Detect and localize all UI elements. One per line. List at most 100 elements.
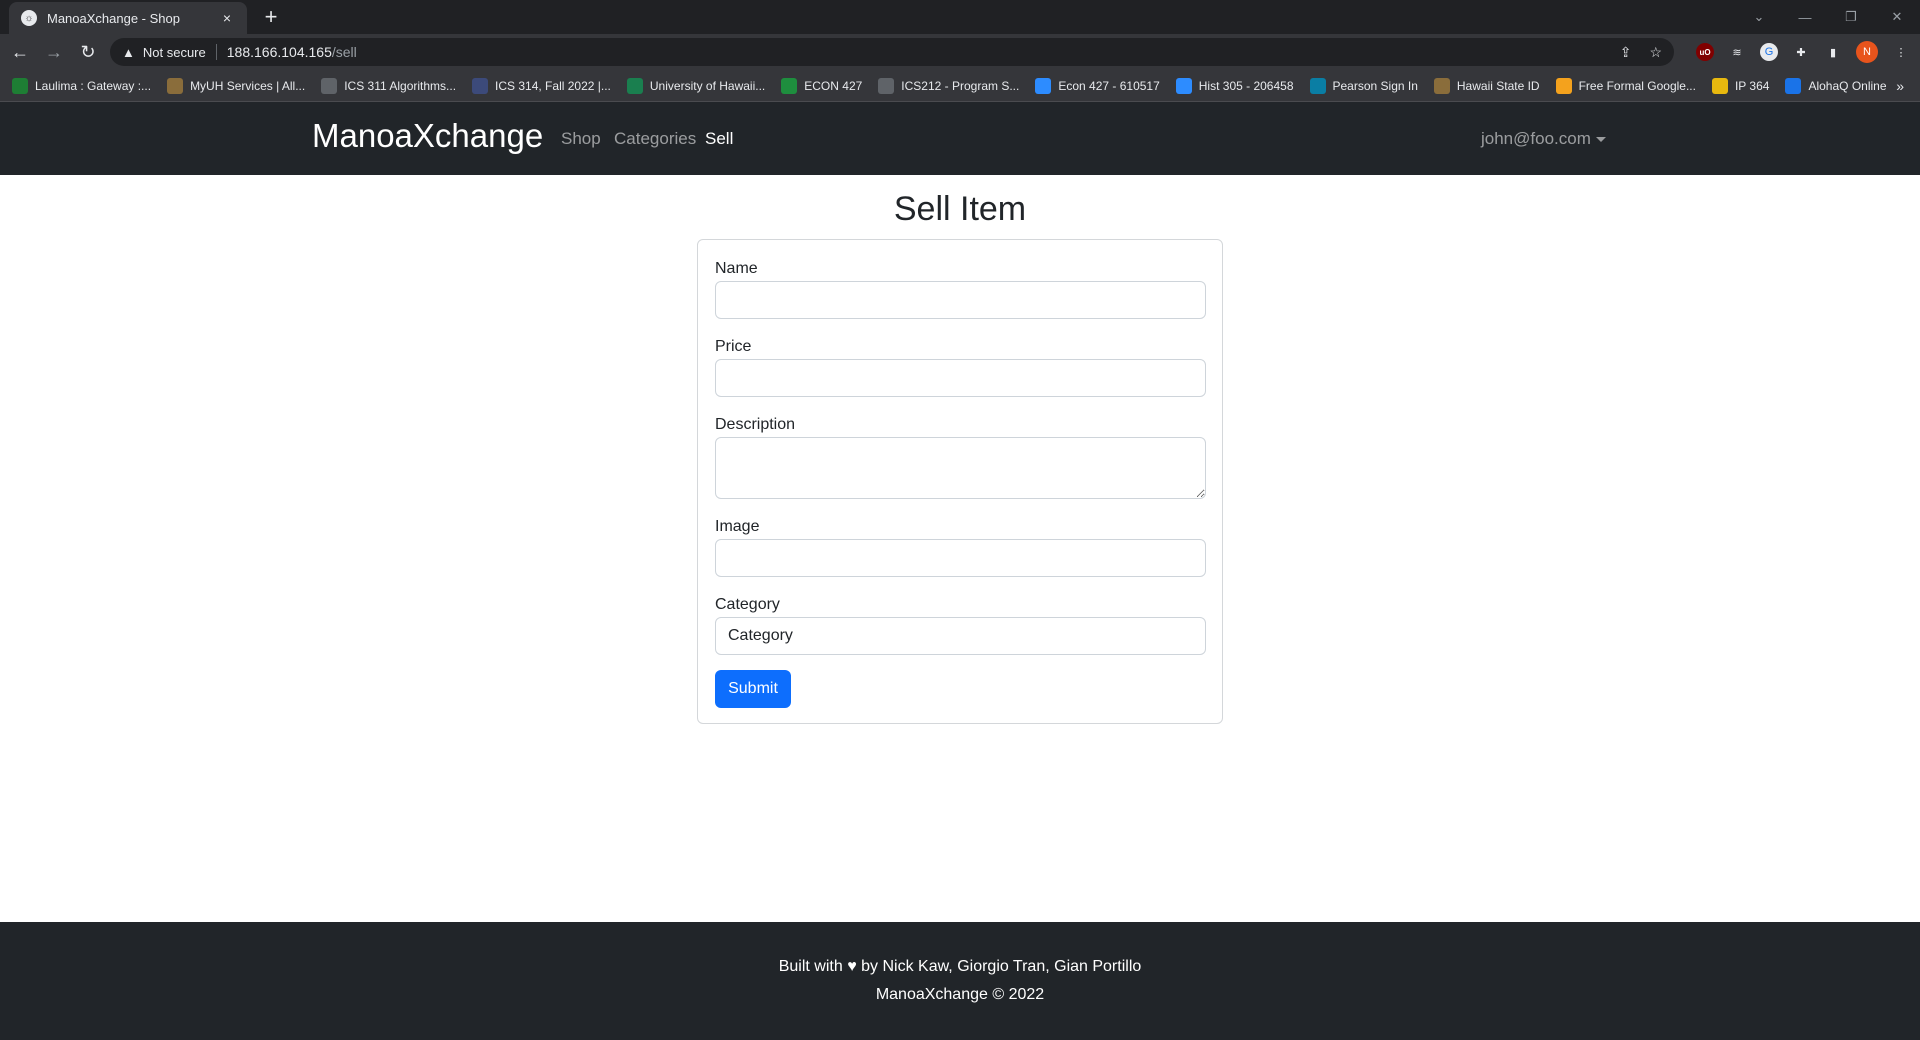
- share-icon[interactable]: ⇪: [1620, 44, 1632, 61]
- user-email[interactable]: john@foo.com: [1481, 129, 1591, 148]
- bookmark-label: ICS 314, Fall 2022 |...: [495, 78, 611, 93]
- bookmark-label: Free Formal Google...: [1578, 78, 1696, 93]
- built-with-text: Built with: [778, 958, 843, 975]
- bookmark-item[interactable]: Hist 305 - 206458: [1175, 77, 1294, 94]
- page-icon: [472, 77, 489, 94]
- back-arrow-icon[interactable]: ←: [6, 38, 34, 66]
- bookmark-item[interactable]: MyUH Services | All...: [167, 77, 305, 94]
- laulima-icon: [12, 77, 28, 94]
- address-bar[interactable]: ▲ Not secure 188.166.104.165/sell ⇪ ☆: [110, 38, 1674, 66]
- classroom-icon: [781, 77, 798, 94]
- globe-icon: [878, 77, 895, 94]
- omnibox-actions: ⇪ ☆: [1620, 44, 1662, 61]
- user-dropdown[interactable]: john@foo.com: [1481, 129, 1606, 149]
- profile-avatar[interactable]: N: [1856, 41, 1878, 63]
- translate-icon[interactable]: G: [1760, 43, 1778, 61]
- tab-search-icon[interactable]: ⌄: [1736, 9, 1782, 25]
- bookmark-label: Hawaii State ID: [1456, 78, 1540, 93]
- bookmark-label: Pearson Sign In: [1332, 78, 1418, 93]
- footer-copyright: ManoaXchange © 2022: [875, 986, 1045, 1003]
- reload-icon[interactable]: ↻: [74, 38, 102, 66]
- puzzle-icon[interactable]: ✚: [1792, 43, 1810, 61]
- name-input[interactable]: [715, 281, 1206, 319]
- page-title: Sell Item: [893, 190, 1027, 228]
- extensions-area: uO ≋ G ✚ ▮ N ⋮: [1696, 38, 1910, 66]
- forward-arrow-icon[interactable]: →: [40, 38, 68, 66]
- submit-button[interactable]: Submit: [715, 670, 791, 708]
- nav-link-categories[interactable]: Categories: [614, 129, 696, 149]
- name-label: Name: [715, 260, 758, 277]
- description-label: Description: [715, 416, 796, 433]
- nav-link-sell[interactable]: Sell: [705, 129, 733, 149]
- pearson-icon: [1309, 77, 1326, 94]
- bookmark-label: ICS 311 Algorithms...: [344, 78, 457, 93]
- bookmark-star-icon[interactable]: ☆: [1649, 44, 1662, 61]
- bookmark-label: Econ 427 - 610517: [1058, 78, 1160, 93]
- uh-seal-icon: [626, 77, 643, 94]
- close-window-icon[interactable]: ✕: [1874, 9, 1920, 25]
- site-footer: Built with ♥ by Nick Kaw, Giorgio Tran, …: [0, 922, 1920, 1040]
- browser-toolbar: ← → ↻ ▲ Not secure 188.166.104.165/sell …: [0, 34, 1920, 70]
- nav-link-shop[interactable]: Shop: [561, 129, 601, 149]
- bookmark-item[interactable]: Laulima : Gateway :...: [12, 77, 152, 94]
- bookmark-item[interactable]: Free Formal Google...: [1555, 77, 1696, 94]
- uh-icon: [167, 77, 184, 94]
- category-select[interactable]: Category: [715, 617, 1206, 655]
- price-label: Price: [715, 338, 752, 355]
- more-bookmarks-icon[interactable]: »: [1896, 78, 1904, 94]
- tab-favicon-icon: ☼: [21, 10, 37, 26]
- description-textarea[interactable]: [715, 437, 1206, 499]
- url-host[interactable]: 188.166.104.165: [227, 44, 332, 60]
- category-selected-value: Category: [728, 627, 793, 644]
- search-icon: [1785, 77, 1802, 94]
- bookmark-label: AlohaQ Online: [1808, 78, 1887, 93]
- extension-icon[interactable]: ≋: [1728, 43, 1746, 61]
- footer-authors: by Nick Kaw, Giorgio Tran, Gian Portillo: [861, 958, 1142, 975]
- brand-logo[interactable]: ManoaXchange: [312, 117, 543, 155]
- zoom-icon: [1035, 77, 1052, 94]
- bookmark-item[interactable]: University of Hawaii...: [626, 77, 766, 94]
- image-label: Image: [715, 518, 760, 535]
- image-input[interactable]: [715, 539, 1206, 577]
- bookmark-item[interactable]: ICS 314, Fall 2022 |...: [472, 77, 611, 94]
- bookmark-label: IP 364: [1734, 78, 1770, 93]
- browser-tabstrip: ☼ ManoaXchange - Shop × + ⌄ — ❐ ✕: [0, 0, 1920, 34]
- new-tab-button[interactable]: +: [258, 4, 284, 30]
- bookmark-icon: [1555, 77, 1572, 94]
- bookmark-item[interactable]: AlohaQ Online: [1785, 77, 1887, 94]
- bookmark-item[interactable]: IP 364: [1711, 77, 1770, 94]
- category-label: Category: [715, 596, 780, 613]
- omnibox-divider: [215, 44, 217, 60]
- ublock-icon[interactable]: uO: [1696, 43, 1714, 61]
- sell-item-form: Name Price Description Image Category Ca…: [697, 239, 1223, 724]
- price-input[interactable]: [715, 359, 1206, 397]
- bookmark-label: Laulima : Gateway :...: [35, 78, 152, 93]
- side-panel-icon[interactable]: ▮: [1824, 43, 1842, 61]
- bookmarks-bar: Laulima : Gateway :... MyUH Services | Al…: [0, 70, 1920, 102]
- tab-title: ManoaXchange - Shop: [47, 10, 180, 26]
- site-navbar: ManoaXchange Shop Categories Sell john@f…: [0, 102, 1920, 175]
- browser-tab[interactable]: ☼ ManoaXchange - Shop ×: [9, 2, 247, 34]
- bookmark-label: University of Hawaii...: [649, 78, 766, 93]
- bookmark-item[interactable]: Pearson Sign In: [1309, 77, 1418, 94]
- bookmark-label: ICS212 - Program S...: [901, 78, 1020, 93]
- bookmark-item[interactable]: ICS212 - Program S...: [878, 77, 1020, 94]
- warning-icon[interactable]: ▲: [122, 45, 135, 60]
- bookmark-item[interactable]: Econ 427 - 610517: [1035, 77, 1160, 94]
- window-controls: ⌄ — ❐ ✕: [1736, 0, 1920, 34]
- not-secure-label[interactable]: Not secure: [143, 45, 206, 60]
- bookmark-item[interactable]: ICS 311 Algorithms...: [321, 77, 457, 94]
- bookmark-item[interactable]: Hawaii State ID: [1433, 77, 1540, 94]
- tab-close-icon[interactable]: ×: [219, 10, 235, 26]
- kebab-menu-icon[interactable]: ⋮: [1892, 43, 1910, 61]
- bookmark-item[interactable]: ECON 427: [781, 77, 862, 94]
- caret-down-icon[interactable]: [1595, 137, 1606, 143]
- footer-credits: Built with ♥ by Nick Kaw, Giorgio Tran, …: [0, 958, 1920, 976]
- heart-icon: ♥: [847, 958, 857, 975]
- globe-icon: [321, 77, 338, 94]
- restore-icon[interactable]: ❐: [1828, 9, 1874, 25]
- bookmark-label: Hist 305 - 206458: [1198, 78, 1294, 93]
- url-path[interactable]: /sell: [332, 44, 357, 60]
- zoom-icon: [1175, 77, 1192, 94]
- minimize-icon[interactable]: —: [1782, 10, 1828, 25]
